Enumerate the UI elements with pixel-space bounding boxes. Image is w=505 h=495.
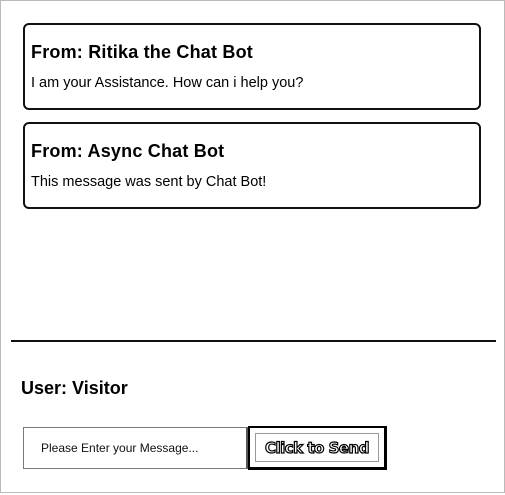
- chat-window: From: Ritika the Chat Bot I am your Assi…: [0, 0, 505, 493]
- send-button[interactable]: Click to Send: [248, 426, 387, 470]
- message-card: From: Ritika the Chat Bot I am your Assi…: [23, 23, 481, 110]
- send-button-label: Click to Send: [255, 433, 379, 462]
- message-text: This message was sent by Chat Bot!: [31, 174, 267, 190]
- message-sender: From: Async Chat Bot: [31, 141, 225, 161]
- message-text: I am your Assistance. How can i help you…: [31, 75, 304, 91]
- message-input[interactable]: [23, 427, 248, 469]
- user-label: User: Visitor: [21, 378, 128, 398]
- message-sender: From: Ritika the Chat Bot: [31, 42, 254, 62]
- message-card: From: Async Chat Bot This message was se…: [23, 122, 481, 209]
- section-divider: [11, 340, 496, 342]
